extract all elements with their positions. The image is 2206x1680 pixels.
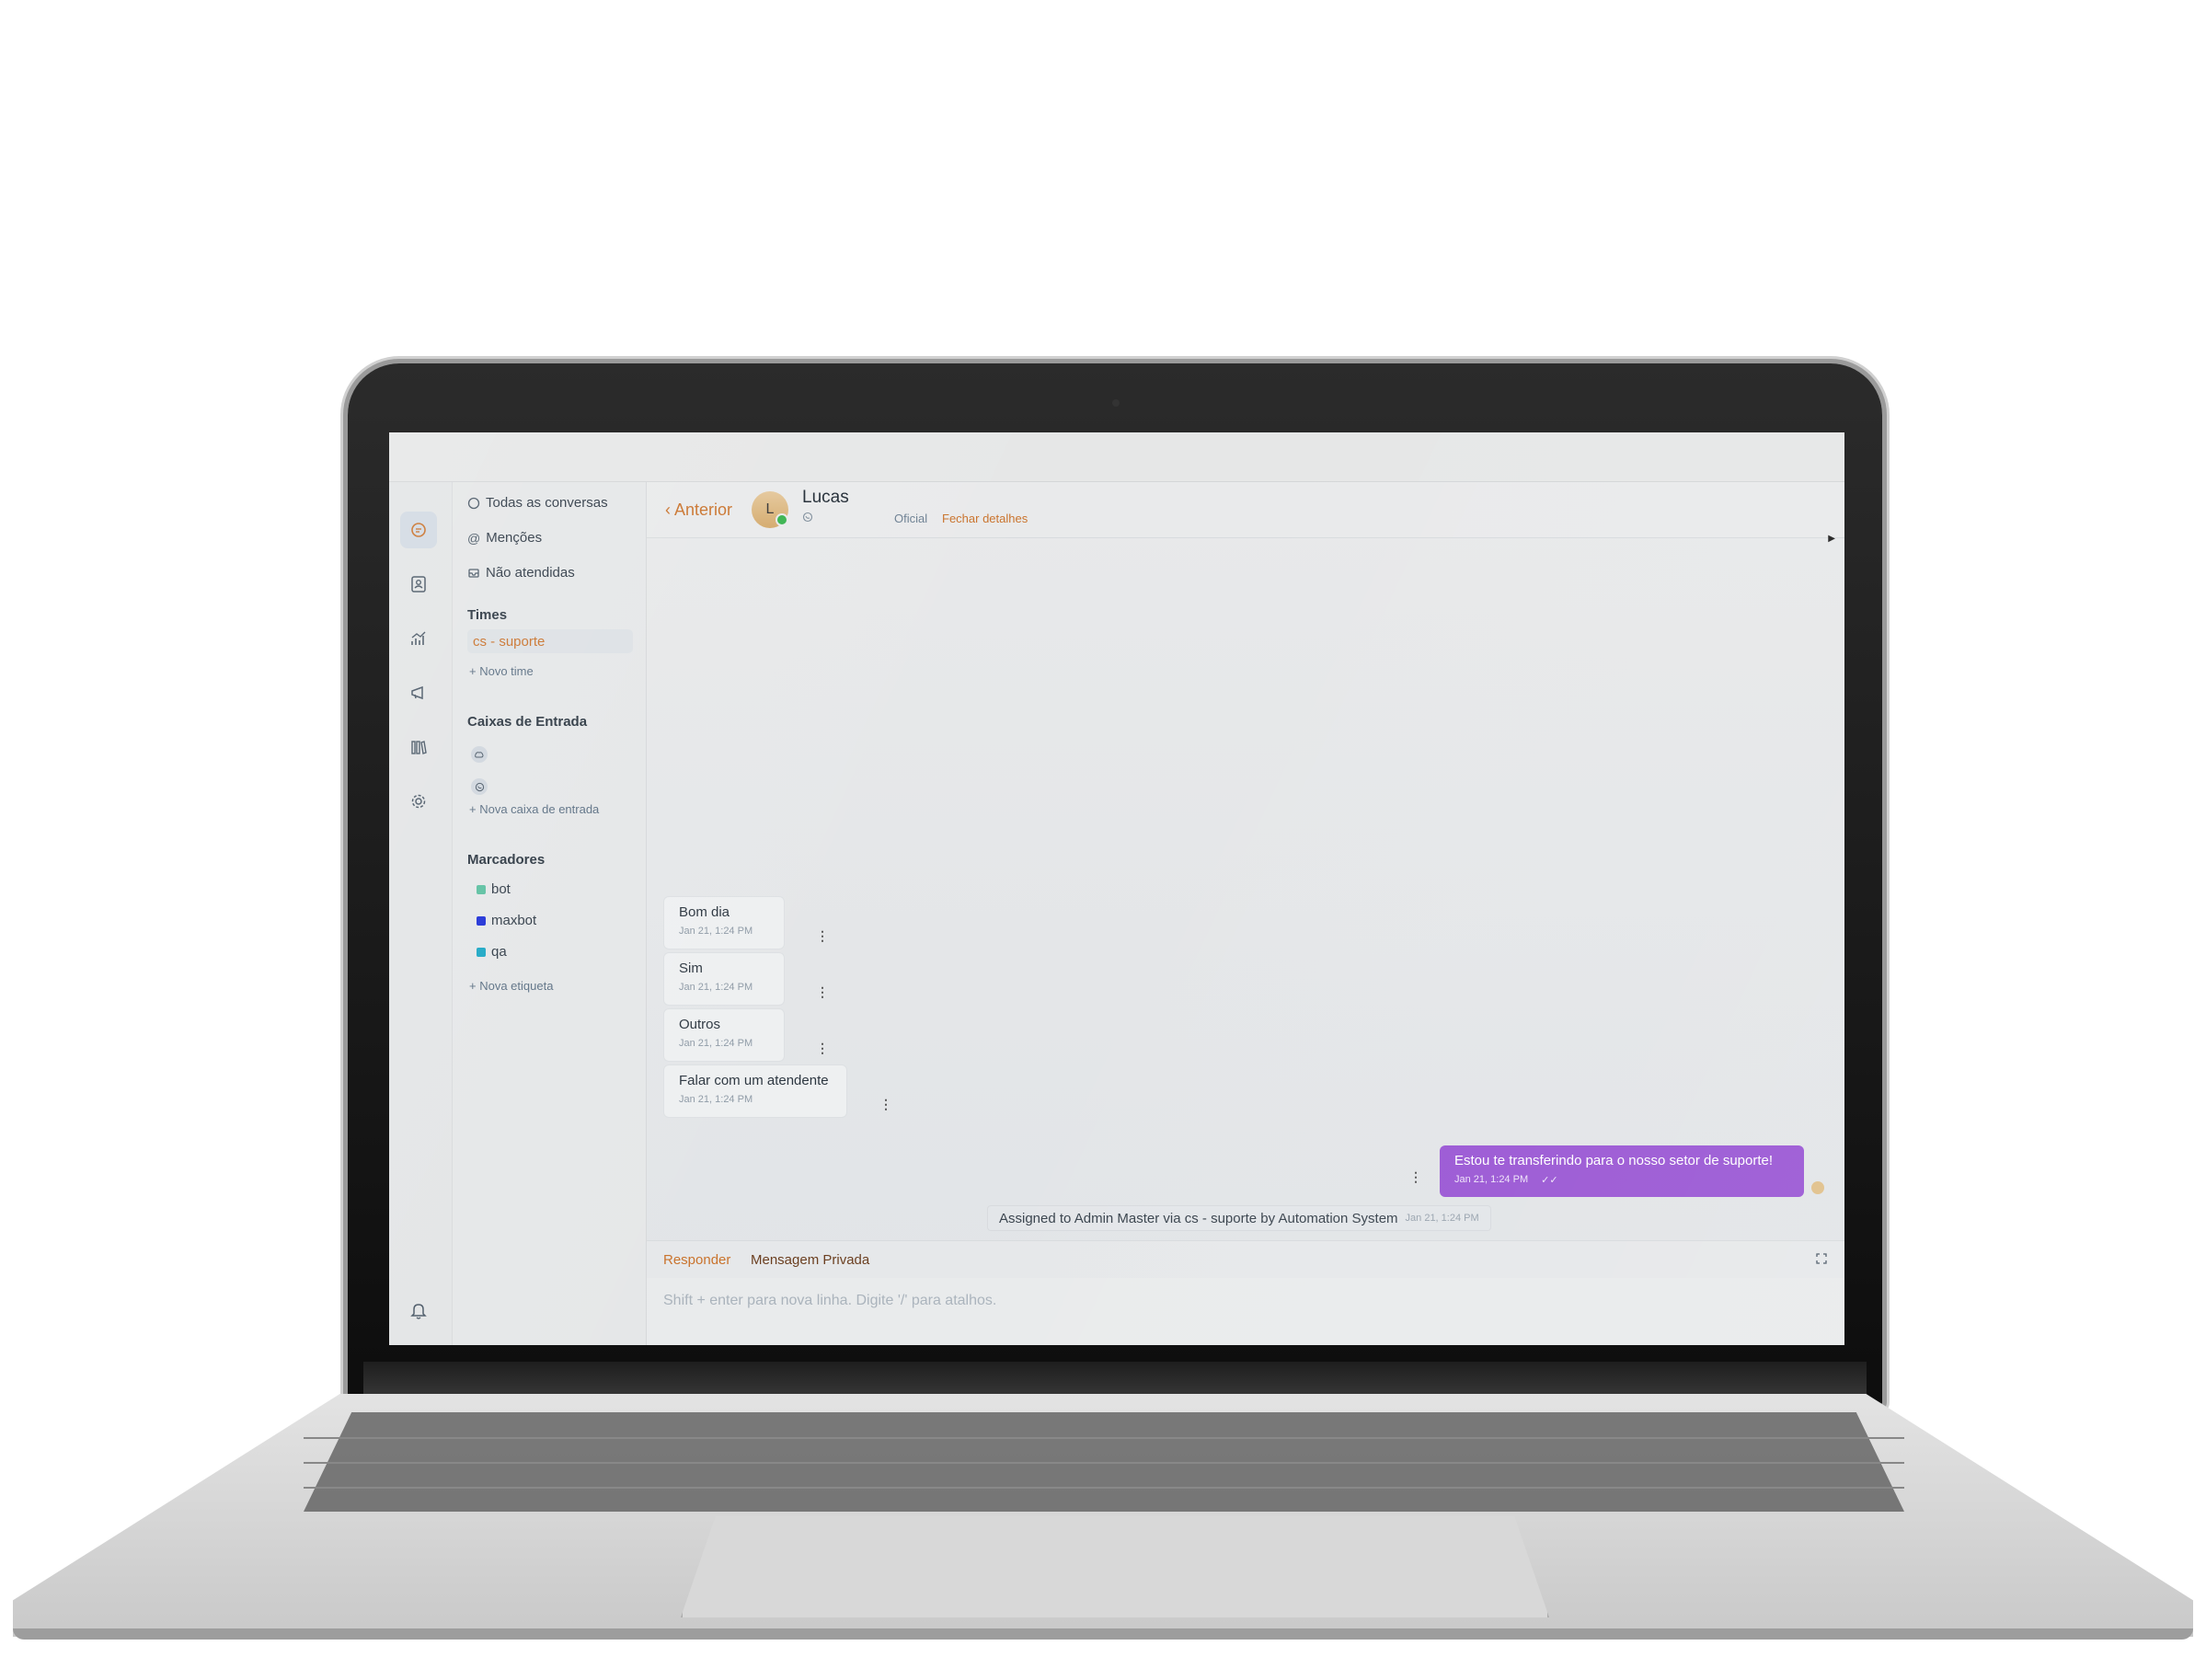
campaigns-nav-icon[interactable]	[400, 674, 437, 711]
message-bubble-incoming: Falar com um atendente Jan 21, 1:24 PM	[663, 1064, 847, 1118]
keyboard-row-divider	[304, 1437, 1904, 1439]
tab-private-message[interactable]: Mensagem Privada	[751, 1252, 869, 1268]
label-item-bot[interactable]: bot	[477, 881, 511, 897]
library-nav-icon[interactable]	[400, 729, 437, 765]
nav-unattended-label: Não atendidas	[486, 565, 575, 581]
laptop-base-lip	[13, 1628, 2193, 1640]
tab-reply[interactable]: Responder	[663, 1252, 730, 1268]
app-topbar	[389, 432, 1844, 482]
label-item-qa[interactable]: qa	[477, 944, 507, 960]
message-menu-icon[interactable]: ⋮	[816, 1041, 829, 1054]
notification-bell-icon[interactable]	[400, 1292, 437, 1329]
reports-nav-icon[interactable]	[400, 620, 437, 657]
message-bubble-incoming: Sim Jan 21, 1:24 PM	[663, 952, 785, 1006]
message-menu-icon[interactable]: ⋮	[816, 985, 829, 998]
new-label-link[interactable]: + Nova etiqueta	[469, 979, 553, 993]
whatsapp-icon[interactable]	[471, 778, 488, 795]
nav-unattended[interactable]: Não atendidas	[467, 565, 575, 581]
message-bubble-outgoing: Estou te transferindo para o nosso setor…	[1440, 1145, 1804, 1197]
double-check-icon: ✓✓	[1541, 1175, 1558, 1186]
back-button-label: Anterior	[674, 501, 733, 519]
message-menu-icon[interactable]: ⋮	[879, 1098, 892, 1110]
message-text: Estou te transferindo para o nosso setor…	[1454, 1153, 1774, 1168]
label-item-text: bot	[491, 881, 511, 897]
label-item-maxbot[interactable]: maxbot	[477, 913, 536, 928]
labels-section-title: Marcadores	[467, 852, 546, 868]
label-color-swatch	[477, 884, 486, 894]
message-text: Outros	[679, 1017, 721, 1032]
secondary-sidebar: Todas as conversas @ Menções Não atendid…	[453, 482, 647, 1345]
conversation-panel: ‹ Anterior L Lucas Oficial Fechar detalh…	[647, 482, 1844, 1345]
camera	[1112, 399, 1120, 407]
reply-box: Responder Mensagem Privada Shift + enter…	[647, 1213, 1844, 1345]
label-color-swatch	[477, 915, 486, 926]
settings-gear-icon[interactable]	[400, 783, 437, 820]
conversation-header: ‹ Anterior L Lucas Oficial Fechar detalh…	[647, 482, 1844, 544]
label-item-text: maxbot	[491, 913, 537, 928]
back-button[interactable]: ‹ Anterior	[665, 501, 732, 520]
new-inbox-link[interactable]: + Nova caixa de entrada	[469, 802, 599, 816]
composer-placeholder: Shift + enter para nova linha. Digite '/…	[663, 1293, 997, 1308]
app-screen: Todas as conversas @ Menções Não atendid…	[389, 432, 1844, 1345]
cloud-icon[interactable]	[471, 746, 488, 763]
keyboard-row-divider	[304, 1462, 1904, 1464]
trackpad	[681, 1516, 1549, 1617]
nav-all-conversations-label: Todas as conversas	[486, 495, 608, 511]
nav-mentions[interactable]: @ Menções	[467, 530, 542, 546]
nav-all-conversations[interactable]: Todas as conversas	[467, 495, 608, 511]
message-time: Jan 21, 1:24 PM	[679, 1094, 753, 1105]
message-text: Falar com um atendente	[679, 1073, 829, 1088]
conversations-nav-icon[interactable]	[400, 512, 437, 548]
message-meta: Jan 21, 1:24 PM ✓✓	[1454, 1174, 1789, 1186]
inboxes-section-title: Caixas de Entrada	[467, 714, 588, 730]
sender-avatar	[1811, 1181, 1824, 1194]
inbox-icon	[468, 568, 479, 578]
label-color-swatch	[477, 947, 486, 957]
message-text: Bom dia	[679, 904, 730, 920]
label-item-text: qa	[491, 944, 507, 960]
message-menu-icon[interactable]: ⋮	[816, 929, 829, 942]
icon-rail	[389, 482, 453, 1345]
message-menu-icon[interactable]: ⋮	[1409, 1170, 1422, 1183]
message-bubble-incoming: Bom dia Jan 21, 1:24 PM	[663, 896, 785, 949]
message-time: Jan 21, 1:24 PM	[679, 982, 753, 993]
avatar[interactable]: L	[752, 491, 788, 528]
chat-icon	[467, 497, 480, 509]
avatar-initial: L	[765, 501, 775, 517]
chevron-left-icon: ‹	[665, 501, 671, 519]
reply-tabs: Responder Mensagem Privada	[647, 1240, 1844, 1278]
team-item-cs-suporte[interactable]: cs - suporte	[467, 629, 633, 653]
message-bubble-incoming: Outros Jan 21, 1:24 PM	[663, 1008, 785, 1062]
new-team-link[interactable]: + Novo time	[469, 664, 534, 678]
message-time: Jan 21, 1:24 PM	[679, 1038, 753, 1049]
contacts-nav-icon[interactable]	[400, 566, 437, 603]
nav-mentions-label: Menções	[486, 530, 543, 546]
caret-right-icon[interactable]: ▶	[1828, 534, 1835, 544]
at-icon: @	[467, 530, 481, 546]
contact-name: Lucas	[802, 488, 849, 507]
message-composer[interactable]: Shift + enter para nova linha. Digite '/…	[647, 1278, 1844, 1345]
message-time: Jan 21, 1:24 PM	[1454, 1174, 1529, 1185]
message-text: Sim	[679, 961, 703, 976]
online-status-dot	[776, 513, 788, 526]
expand-icon[interactable]	[1815, 1252, 1828, 1270]
close-details-link[interactable]: Fechar detalhes	[942, 512, 1028, 525]
message-time: Jan 21, 1:24 PM	[679, 926, 753, 937]
whatsapp-icon	[802, 511, 813, 527]
keyboard-row-divider	[304, 1487, 1904, 1489]
status-text: Oficial	[894, 512, 928, 525]
teams-section-title: Times	[467, 607, 508, 623]
